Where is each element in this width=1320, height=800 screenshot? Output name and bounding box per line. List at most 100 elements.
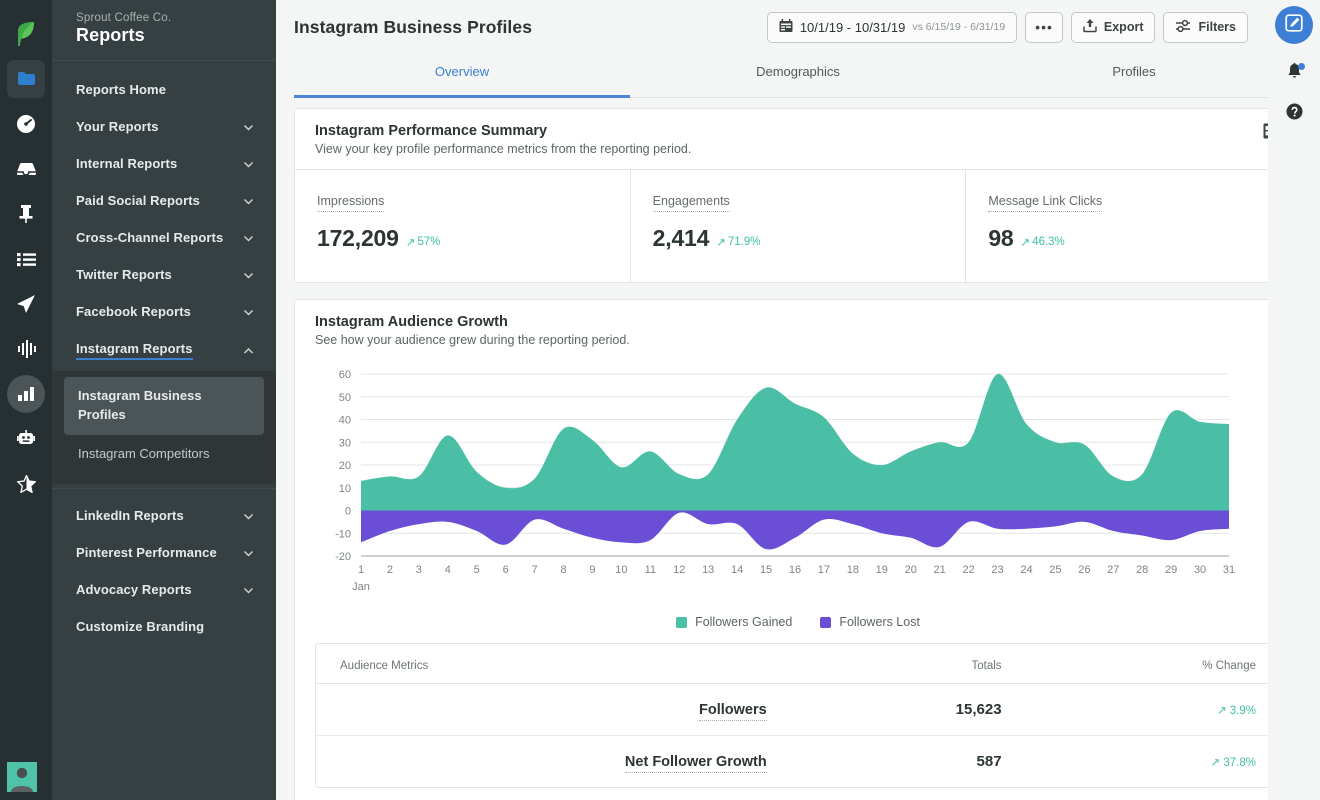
- compose-button[interactable]: [1275, 6, 1313, 44]
- svg-text:21: 21: [934, 564, 946, 576]
- rail-icon-send[interactable]: [7, 285, 45, 323]
- rail-icon-list[interactable]: [7, 240, 45, 278]
- dashboard-gauge-icon: [16, 114, 36, 134]
- sidebar-item-your-reports[interactable]: Your Reports: [52, 108, 276, 145]
- sidebar-item-facebook-reports[interactable]: Facebook Reports: [52, 293, 276, 330]
- help-icon: [1286, 103, 1303, 125]
- sidebar-divider: LinkedIn Reports Pinterest Performance A…: [52, 487, 276, 645]
- row-label-text[interactable]: Followers: [699, 701, 767, 721]
- sidebar-item-customize-branding[interactable]: Customize Branding: [52, 608, 276, 645]
- sidebar-item-advocacy-reports[interactable]: Advocacy Reports: [52, 571, 276, 608]
- avatar[interactable]: [7, 762, 37, 792]
- metric-label[interactable]: Impressions: [317, 194, 385, 212]
- audience-growth-chart: 60 50 40 30 20 10 0 -10 -20 1 2 3 4 5 6 7 8 9 10 11 12 13 14 15…: [295, 360, 1301, 609]
- right-rail: [1268, 0, 1320, 800]
- table-head: Audience Metrics Totals % Change: [316, 644, 1280, 684]
- growth-card-subtitle: See how your audience grew during the re…: [315, 333, 630, 347]
- svg-text:8: 8: [560, 564, 566, 576]
- rail-icon-reports[interactable]: [7, 375, 45, 413]
- svg-text:12: 12: [673, 564, 685, 576]
- legend-item-followers-lost[interactable]: Followers Lost: [820, 615, 920, 629]
- legend-swatch: [676, 616, 688, 628]
- row-label-text[interactable]: Net Follower Growth: [624, 753, 767, 773]
- rail-icon-folder[interactable]: [7, 60, 45, 98]
- row-total: 15,623: [790, 683, 1026, 736]
- more-options-button[interactable]: •••: [1025, 11, 1063, 43]
- rail-icon-pin[interactable]: [7, 195, 45, 233]
- more-dots-icon: •••: [1035, 19, 1053, 35]
- rail-icon-dashboard[interactable]: [7, 105, 45, 143]
- tab-profiles[interactable]: Profiles: [966, 54, 1302, 97]
- metric-label[interactable]: Engagements: [652, 194, 730, 212]
- svg-text:10: 10: [615, 564, 627, 576]
- tab-overview[interactable]: Overview: [294, 54, 630, 98]
- tab-demographics[interactable]: Demographics: [630, 54, 966, 97]
- sidebar-header: Sprout Coffee Co. Reports: [52, 0, 276, 61]
- svg-text:15: 15: [760, 564, 772, 576]
- sidebar-item-instagram-business-profiles[interactable]: Instagram Business Profiles: [64, 377, 264, 435]
- org-name: Sprout Coffee Co.: [76, 12, 172, 24]
- metric-change: ↗ 46.3%: [1021, 235, 1065, 249]
- arrow-up-icon: ↗: [1216, 704, 1227, 717]
- svg-text:24: 24: [1020, 564, 1032, 576]
- sidebar-item-internal-reports[interactable]: Internal Reports: [52, 145, 276, 182]
- sidebar-item-pinterest-performance[interactable]: Pinterest Performance: [52, 534, 276, 571]
- sidebar-item-linkedin-reports[interactable]: LinkedIn Reports: [52, 497, 276, 534]
- sidebar-item-reports-home[interactable]: Reports Home: [52, 71, 276, 108]
- chevron-down-icon: [243, 158, 254, 169]
- arrow-up-icon: ↗: [1210, 756, 1221, 769]
- svg-text:10: 10: [339, 483, 351, 495]
- chevron-down-icon: [243, 195, 254, 206]
- sidebar-item-instagram-competitors[interactable]: Instagram Competitors: [64, 435, 264, 474]
- sidebar-nav: Reports Home Your Reports Internal Repor…: [52, 61, 276, 645]
- help-button[interactable]: [1276, 96, 1312, 132]
- rail-icon-inbox[interactable]: [7, 150, 45, 188]
- export-label: Export: [1103, 20, 1144, 34]
- chart-svg: 6050403020100-10-201 2 3 4 5 6 7 8 9 10 11 12 13 14 15…: [335, 369, 1235, 593]
- row-label-followers: Followers: [316, 683, 791, 736]
- export-button[interactable]: Export: [1070, 11, 1156, 43]
- rail-icon-listening[interactable]: [7, 330, 45, 368]
- metric-value-row: 2,414 ↗ 71.9%: [653, 225, 944, 252]
- svg-text:17: 17: [818, 564, 830, 576]
- sidebar: Sprout Coffee Co. Reports Reports Home Y…: [52, 0, 276, 800]
- bot-icon: [16, 430, 36, 448]
- topbar: Instagram Business Profiles 10/1/19 - 10…: [276, 0, 1320, 54]
- filters-button[interactable]: Filters: [1163, 11, 1248, 43]
- rail-icon-star[interactable]: [7, 465, 45, 503]
- audience-metrics-table: Audience Metrics Totals % Change Followe…: [315, 643, 1281, 788]
- metrics-row: Impressions 172,209 ↗ 57% Engagements 2,…: [295, 169, 1301, 282]
- sidebar-title: Reports: [76, 25, 145, 45]
- folder-icon: [17, 71, 36, 87]
- svg-text:4: 4: [445, 564, 451, 576]
- notifications-button[interactable]: [1276, 56, 1312, 92]
- page-title: Instagram Business Profiles: [294, 16, 533, 37]
- column-header-metrics: Audience Metrics: [316, 644, 791, 684]
- sidebar-item-twitter-reports[interactable]: Twitter Reports: [52, 256, 276, 293]
- date-range-picker[interactable]: 10/1/19 - 10/31/19 vs 6/15/19 - 6/31/19: [766, 11, 1018, 43]
- sidebar-item-paid-social-reports[interactable]: Paid Social Reports: [52, 182, 276, 219]
- tabs-container: Overview Demographics Profiles: [276, 54, 1320, 98]
- chevron-up-icon: [243, 345, 254, 356]
- legend-swatch: [820, 616, 832, 628]
- inbox-icon: [16, 161, 37, 177]
- svg-text:1: 1: [358, 564, 364, 576]
- svg-text:40: 40: [339, 415, 351, 427]
- sidebar-item-cross-channel-reports[interactable]: Cross-Channel Reports: [52, 219, 276, 256]
- compare-range-value: vs 6/15/19 - 6/31/19: [912, 21, 1006, 33]
- svg-text:9: 9: [589, 564, 595, 576]
- row-change-value: 3.9%: [1229, 704, 1256, 717]
- summary-card-subtitle: View your key profile performance metric…: [315, 142, 692, 156]
- sidebar-item-label: Facebook Reports: [76, 304, 192, 319]
- rail-icon-bot[interactable]: [7, 420, 45, 458]
- sidebar-item-label: Instagram Reports: [76, 341, 193, 360]
- table-body: Followers 15,623 ↗ 3.9% Net Follower Gro…: [316, 683, 1280, 788]
- column-header-change: % Change: [1025, 644, 1280, 684]
- svg-text:-10: -10: [335, 528, 351, 540]
- sidebar-item-instagram-reports[interactable]: Instagram Reports: [52, 330, 276, 371]
- metric-label[interactable]: Message Link Clicks: [988, 194, 1103, 212]
- legend-item-followers-gained[interactable]: Followers Gained: [676, 615, 792, 629]
- arrow-up-icon: ↗: [405, 237, 416, 249]
- sidebar-item-label: Paid Social Reports: [76, 193, 200, 208]
- sprout-leaf-logo[interactable]: [0, 8, 52, 60]
